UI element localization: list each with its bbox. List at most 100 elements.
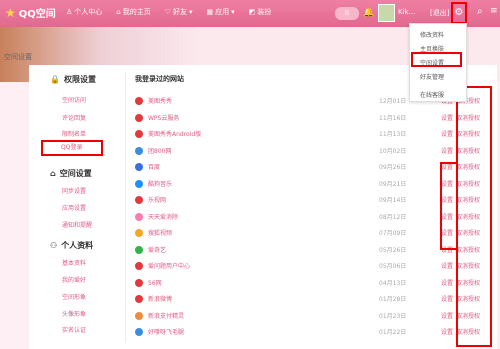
section-permissions: 🔒 权限设置	[50, 75, 96, 84]
sidebar-item-avatar-image[interactable]: 头像形象	[62, 309, 86, 318]
highlight-settings-column	[440, 162, 458, 250]
site-name[interactable]: 爱问题用户中心	[148, 261, 190, 270]
highlight-revoke-column	[456, 86, 492, 347]
site-name[interactable]: 天天爱消除	[148, 212, 178, 221]
login-date: 12月01日	[379, 98, 407, 105]
people-icon: ⚇	[50, 241, 58, 250]
site-logo-icon	[135, 245, 143, 254]
settings-link[interactable]: 设置	[441, 311, 453, 320]
page-title: 空间设置	[4, 53, 32, 61]
site-name[interactable]: 美图秀秀	[148, 96, 172, 105]
sidebar-item-notifications[interactable]: 通知和提醒	[62, 220, 92, 229]
settings-link[interactable]: 设置	[441, 327, 453, 336]
settings-link[interactable]: 设置	[441, 294, 453, 303]
settings-link[interactable]: 设置	[441, 146, 453, 155]
nav-friends[interactable]: ♡ 好友 ▾	[165, 7, 193, 17]
site-name[interactable]: 新浪支付精灵	[148, 311, 184, 320]
site-name[interactable]: 56网	[148, 278, 162, 287]
login-date: 04月13日	[379, 279, 407, 287]
search-icon[interactable]: ⌕	[477, 6, 483, 17]
top-nav: ♙ 个人中心 ⌂ 我的主页 ♡ 好友 ▾ ▦ 应用 ▾ ◩ 装扮	[66, 7, 271, 17]
site-logo-icon	[135, 113, 143, 122]
site-name[interactable]: 百度	[148, 162, 160, 171]
site-name[interactable]: 酷狗音乐	[148, 179, 172, 188]
sidebar-item-comments[interactable]: 评论回复	[62, 113, 86, 122]
table-row: 乐视网 09月14日 设置 取消授权	[135, 195, 490, 207]
logout-link[interactable]: [退出]	[430, 8, 449, 18]
site-name[interactable]: WPS云服务	[148, 113, 179, 122]
table-row: 爱奇艺 05月26日 设置 取消授权	[135, 245, 490, 257]
lock-icon: 🔒	[50, 75, 60, 84]
login-date: 07月09日	[379, 230, 407, 237]
table-row: 新浪支付精灵 01月23日 设置 取消授权	[135, 311, 490, 323]
site-logo-icon	[135, 196, 143, 204]
table-row: 团800网 10月02日 设置 取消授权	[135, 146, 490, 158]
nav-my-home[interactable]: ⌂ 我的主页	[116, 7, 150, 17]
sidebar-item-space-access[interactable]: 空间访问	[62, 95, 86, 104]
login-date: 09月21日	[379, 180, 407, 188]
site-name[interactable]: 好嗲呀飞毛腿	[148, 327, 184, 336]
table-row: 美图秀秀Android版 11月13日 设置 取消授权	[135, 129, 490, 141]
section-profile: ⚇ 个人资料	[50, 241, 94, 250]
sidebar-item-verification[interactable]: 实名认证	[62, 325, 86, 334]
site-logo-icon	[135, 97, 143, 105]
house-icon: ⌂	[50, 169, 56, 178]
login-date: 05月26日	[379, 246, 407, 254]
site-logo-icon	[135, 179, 143, 188]
login-date: 10月02日	[379, 147, 407, 155]
avatar[interactable]	[378, 4, 395, 22]
site-name[interactable]: 乐视网	[148, 195, 166, 204]
login-date: 09月26日	[379, 164, 407, 171]
site-name[interactable]: 新浪微博	[148, 294, 172, 303]
sidebar-item-qq-login[interactable]: QQ登录	[41, 140, 103, 156]
site-name[interactable]: 团800网	[148, 146, 171, 155]
section-heading: 我登录过的网站	[135, 75, 184, 83]
site-logo-icon	[135, 163, 143, 171]
nav-decorate[interactable]: ◩ 装扮	[249, 7, 272, 17]
table-row: 酷狗音乐 09月21日 设置 取消授权	[135, 179, 490, 191]
site-name[interactable]: 搜狐视频	[148, 228, 172, 237]
menu-item-friend-manage[interactable]: 好友管理	[410, 72, 466, 81]
table-row: 新浪微博 01月28日 设置 取消授权	[135, 294, 490, 306]
settings-link[interactable]: 设置	[441, 113, 453, 122]
nav-personal-center[interactable]: ♙ 个人中心	[66, 7, 102, 17]
site-name[interactable]: 爱奇艺	[148, 245, 166, 254]
login-date: 11月16日	[379, 114, 407, 122]
login-date: 11月13日	[379, 131, 407, 138]
login-date: 09月14日	[379, 197, 407, 204]
qzone-logo[interactable]: ★ QQ空间	[5, 5, 56, 21]
table-row: 天天爱消除 08月12日 设置 取消授权	[135, 212, 490, 224]
table-row: 56网 04月13日 设置 取消授权	[135, 278, 490, 290]
settings-link[interactable]: 设置	[441, 261, 453, 270]
site-logo-icon	[135, 262, 143, 270]
divider	[125, 72, 126, 342]
gear-icon[interactable]: ⚙	[451, 2, 467, 24]
sidebar-item-basic-info[interactable]: 基本资料	[62, 258, 86, 267]
highlight-space-settings	[411, 52, 462, 67]
sidebar-item-blocklist[interactable]: 限制名单	[62, 129, 86, 138]
login-date: 05月06日	[379, 263, 407, 270]
menu-item-support[interactable]: 在线客服	[410, 90, 466, 99]
table-row: 搜狐视频 07月09日 设置 取消授权	[135, 228, 490, 240]
menu-icon[interactable]: ≡	[490, 6, 498, 16]
bell-icon[interactable]: 🔔	[363, 8, 374, 18]
sidebar-item-sync[interactable]: 同步设置	[62, 186, 86, 195]
sidebar-item-app-settings[interactable]: 应用设置	[62, 203, 86, 212]
section-space-settings: ⌂ 空间设置	[50, 169, 92, 178]
login-date: 01月23日	[379, 312, 407, 320]
site-logo-icon	[135, 311, 143, 320]
sidebar-item-hobbies[interactable]: 我的爱好	[62, 275, 86, 284]
login-date: 01月28日	[379, 296, 407, 303]
table-row: 爱问题用户中心 05月06日 设置 取消授权	[135, 261, 490, 273]
table-row: WPS云服务 11月16日 设置 取消授权	[135, 113, 490, 125]
settings-link[interactable]: 设置	[441, 278, 453, 287]
site-logo-icon	[135, 278, 143, 287]
username[interactable]: Kik...	[398, 8, 415, 16]
table-row: 百度 09月26日 设置 取消授权	[135, 162, 490, 174]
nav-apps[interactable]: ▦ 应用 ▾	[207, 7, 235, 17]
pause-button[interactable]: II	[335, 7, 359, 20]
menu-item-edit-profile[interactable]: 修改资料	[410, 30, 466, 39]
settings-link[interactable]: 设置	[441, 129, 453, 138]
site-name[interactable]: 美图秀秀Android版	[148, 129, 201, 138]
sidebar-item-space-image[interactable]: 空间形象	[62, 292, 86, 301]
